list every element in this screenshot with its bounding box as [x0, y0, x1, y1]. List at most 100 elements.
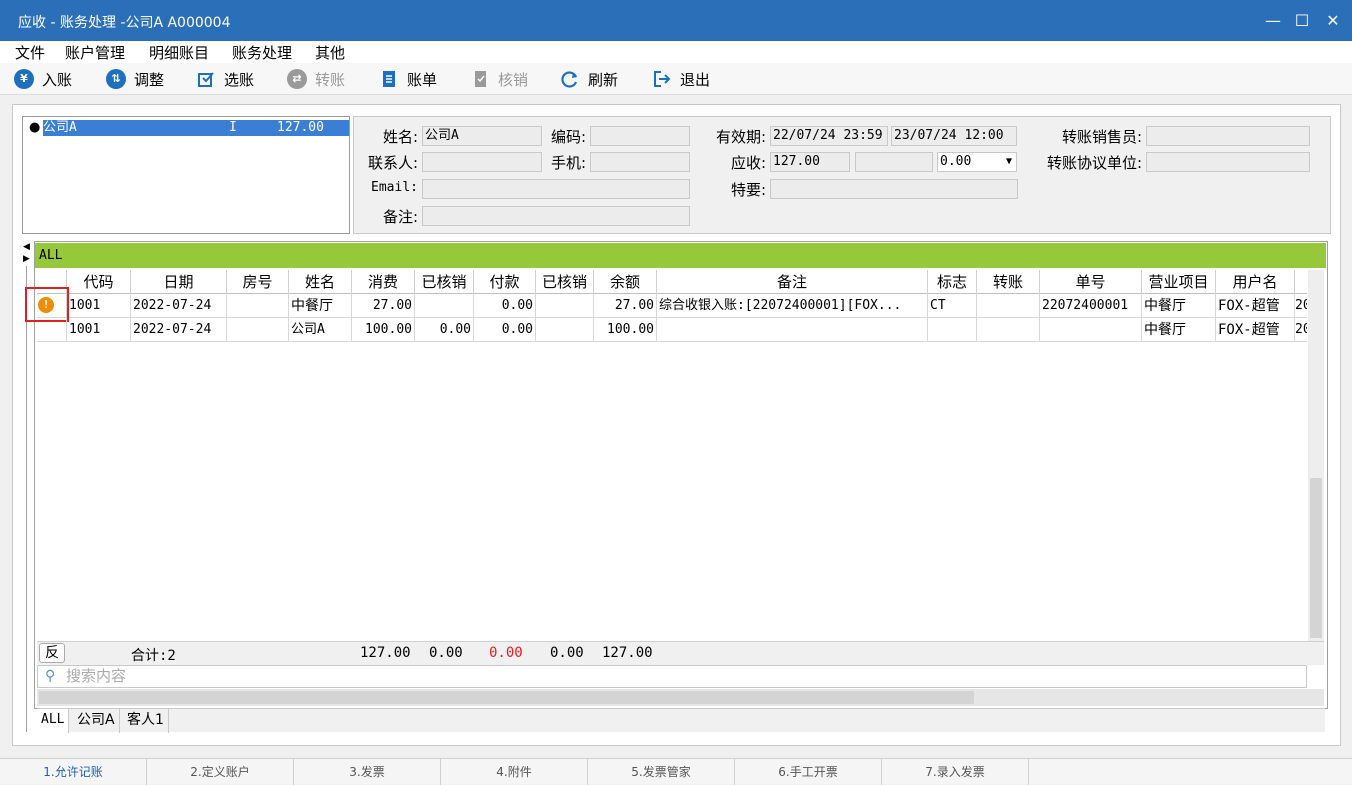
status-invoice-manager[interactable]: 5.发票管家 — [588, 759, 735, 785]
cell-transfer — [977, 318, 1040, 342]
note-field[interactable] — [422, 206, 690, 226]
status-attachment[interactable]: 4.附件 — [441, 759, 588, 785]
name-field[interactable]: 公司A — [422, 126, 542, 146]
contact-field[interactable] — [422, 152, 542, 172]
vertical-scrollbar[interactable] — [1308, 270, 1324, 641]
adjust-label: 调整 — [134, 70, 165, 89]
header-business-item[interactable]: 营业项目 — [1142, 270, 1216, 294]
code-field[interactable] — [590, 126, 690, 146]
table-row[interactable]: 1001 2022-07-24 公司A 100.00 0.00 0.00 100… — [37, 318, 1307, 342]
header-date[interactable]: 日期 — [131, 270, 227, 294]
menu-other[interactable]: 其他 — [315, 42, 345, 63]
status-enter-invoice[interactable]: 7.录入发票 — [882, 759, 1029, 785]
select-label: 选账 — [224, 70, 255, 89]
status-manual-invoice[interactable]: 6.手工开票 — [735, 759, 882, 785]
writeoff-label: 核销 — [498, 70, 529, 89]
menu-accounting[interactable]: 账务处理 — [232, 42, 292, 63]
salesperson-label: 转账销售员: — [1061, 128, 1142, 146]
minimize-icon[interactable]: — — [1258, 8, 1288, 34]
total-written-off-2: 0.00 — [550, 645, 584, 661]
writeoff-button[interactable]: 核销 — [470, 67, 528, 91]
account-type: I — [229, 120, 237, 135]
exit-label: 退出 — [680, 70, 711, 89]
reverse-button[interactable]: 反 — [39, 643, 65, 663]
header-room[interactable]: 房号 — [227, 270, 289, 294]
tab-company-a[interactable]: 公司A — [73, 709, 120, 733]
receivable-select[interactable]: 0.00 ▼ — [937, 152, 1017, 172]
statement-button[interactable]: 账单 — [379, 67, 437, 91]
total-payment: 0.00 — [489, 645, 523, 661]
email-field[interactable] — [422, 179, 690, 199]
close-icon[interactable]: ✕ — [1318, 8, 1348, 34]
header-remark[interactable]: 备注 — [657, 270, 928, 294]
salesperson-field[interactable] — [1146, 126, 1310, 146]
cell-name: 中餐厅 — [289, 294, 352, 318]
transfer-button[interactable]: ⇄ 转账 — [287, 67, 345, 91]
header-code[interactable]: 代码 — [67, 270, 131, 294]
account-list-item[interactable]: 公司A I 127.00 — [43, 120, 349, 136]
scroll-thumb[interactable] — [39, 691, 974, 704]
exit-button[interactable]: 退出 — [652, 67, 710, 91]
collapse-arrow-icon[interactable]: ◀ ▶ — [23, 241, 30, 265]
post-button[interactable]: ¥ 入账 — [14, 67, 72, 91]
header-name[interactable]: 姓名 — [289, 270, 352, 294]
agreement-field[interactable] — [1146, 152, 1310, 172]
valid-to-field[interactable]: 23/07/24 12:00 — [891, 126, 1017, 146]
total-count: 合计:2 — [131, 648, 176, 664]
special-field[interactable] — [770, 179, 1018, 199]
menu-account-management[interactable]: 账户管理 — [65, 42, 125, 63]
search-input[interactable]: 搜索内容 — [37, 665, 1307, 688]
account-amount: 127.00 — [277, 120, 324, 135]
tab-all[interactable]: ALL — [37, 709, 70, 733]
valid-from-field[interactable]: 22/07/24 23:59 — [770, 126, 888, 146]
status-allow-posting[interactable]: 1.允许记账 — [0, 759, 147, 785]
receivable-select-value: 0.00 — [940, 154, 972, 169]
header-bill-no[interactable]: 单号 — [1040, 270, 1142, 294]
refresh-button[interactable]: 刷新 — [560, 67, 618, 91]
special-label: 特要: — [730, 181, 766, 199]
summary-bar: 反 合计:2 127.00 0.00 0.00 0.00 127.00 — [37, 641, 1324, 665]
header-transfer[interactable]: 转账 — [977, 270, 1040, 294]
header-user[interactable]: 用户名 — [1216, 270, 1295, 294]
group-bar: ALL — [35, 243, 1326, 268]
header-written-off-2[interactable]: 已核销 — [536, 270, 594, 294]
cell-user: FOX-超管 — [1216, 294, 1295, 318]
cell-name: 公司A — [289, 318, 352, 342]
tab-guest-1[interactable]: 客人1 — [123, 709, 169, 733]
grid-header: 代码 日期 房号 姓名 消费 已核销 付款 已核销 余额 备注 标志 转账 单号… — [37, 270, 1307, 294]
note-label: 备注: — [382, 208, 418, 226]
menu-file[interactable]: 文件 — [15, 42, 45, 63]
header-balance[interactable]: 余额 — [594, 270, 657, 294]
scroll-thumb[interactable] — [1310, 478, 1322, 638]
horizontal-scrollbar[interactable] — [37, 689, 1324, 706]
transfer-label: 转账 — [315, 70, 346, 89]
cell-bill-no: 22072400001 — [1040, 294, 1142, 318]
status-bar: 1.允许记账 2.定义账户 3.发票 4.附件 5.发票管家 6.手工开票 7.… — [0, 758, 1352, 785]
mobile-field[interactable] — [590, 152, 690, 172]
cell-date: 2022-07-24 — [131, 294, 227, 318]
splitter[interactable] — [26, 266, 27, 732]
adjust-button[interactable]: ⇅ 调整 — [106, 67, 164, 91]
header-payment[interactable]: 付款 — [474, 270, 536, 294]
table-row[interactable]: ! 1001 2022-07-24 中餐厅 27.00 0.00 27.00 综… — [37, 294, 1307, 318]
post-label: 入账 — [42, 70, 73, 89]
cell-extra: 20 — [1295, 322, 1307, 337]
header-written-off-1[interactable]: 已核销 — [415, 270, 474, 294]
status-invoice[interactable]: 3.发票 — [294, 759, 441, 785]
cell-written-off-2 — [536, 318, 594, 342]
valid-label: 有效期: — [715, 128, 766, 146]
header-consume[interactable]: 消费 — [352, 270, 415, 294]
maximize-icon[interactable]: ☐ — [1287, 8, 1317, 34]
document-icon — [379, 69, 399, 89]
receivable-field[interactable]: 127.00 — [770, 152, 850, 172]
receivable-label: 应收: — [730, 154, 766, 172]
receivable-extra-field[interactable] — [855, 152, 933, 172]
select-button[interactable]: 选账 — [196, 67, 254, 91]
swap-icon: ⇅ — [106, 69, 126, 89]
cell-written-off-1 — [415, 294, 474, 318]
header-flag[interactable]: 标志 — [928, 270, 977, 294]
total-balance: 127.00 — [602, 645, 653, 661]
total-written-off-1: 0.00 — [429, 645, 463, 661]
status-define-account[interactable]: 2.定义账户 — [147, 759, 294, 785]
menu-detail-accounts[interactable]: 明细账目 — [149, 42, 209, 63]
